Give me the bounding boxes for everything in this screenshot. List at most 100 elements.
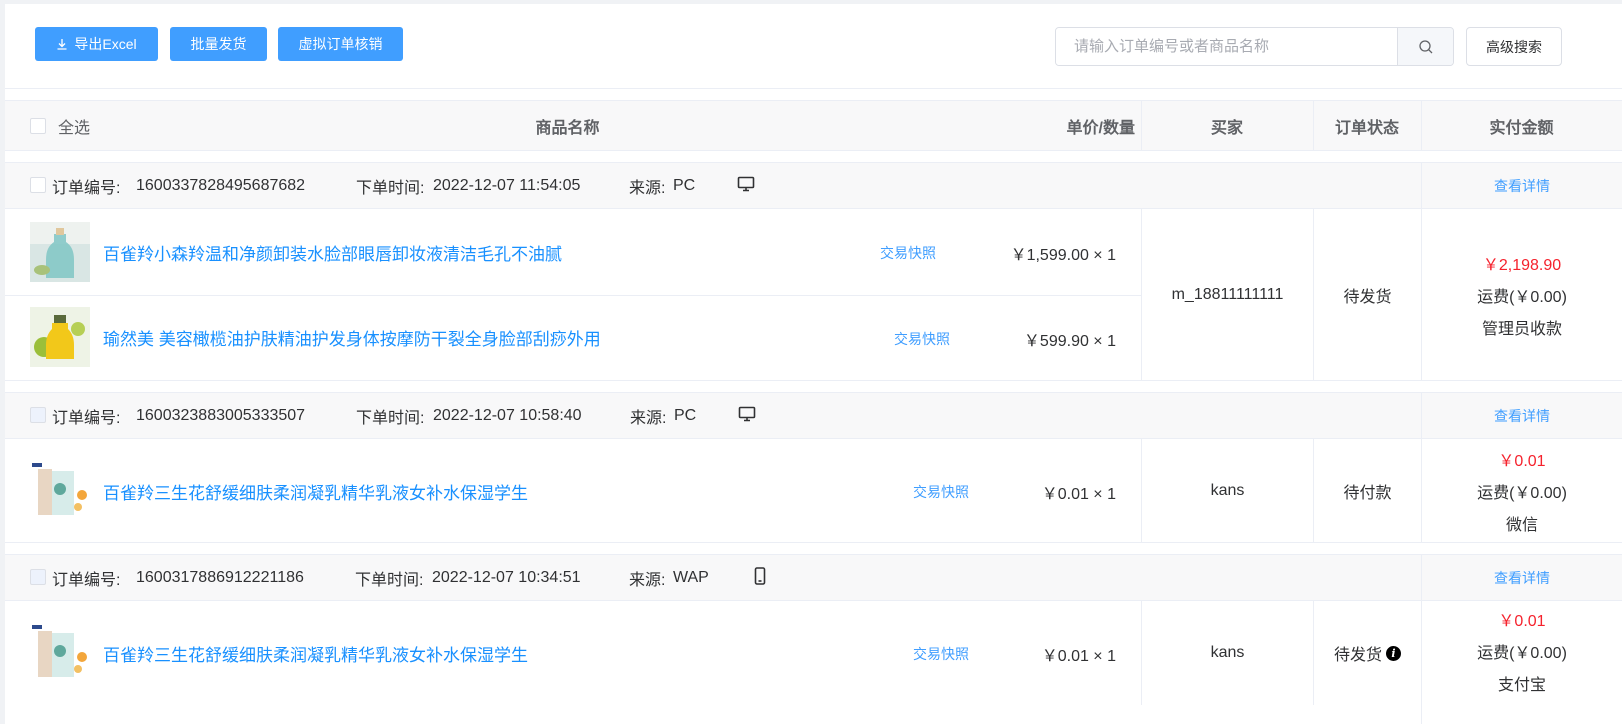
order-body: 百雀羚三生花舒缓细肤柔润凝乳精华乳液女补水保湿学生 交易快照 ￥0.01 × 1… (5, 601, 1622, 724)
buyer-name: kans (1210, 644, 1245, 661)
unit-price-qty: ￥599.90 × 1 (1023, 333, 1116, 350)
shipping-fee: 运费(￥0.00) (1477, 484, 1567, 502)
paid-amount: ￥0.01 (1498, 452, 1546, 470)
buyer-name: m_18811111111 (1171, 285, 1284, 303)
order-number-label: 订单编号: (52, 409, 121, 427)
order-list-page: 导出Excel 批量发货 虚拟订单核销 高级搜索 全选 商品名称 单价/数量 买… (5, 4, 1622, 724)
order-number: 1600337828495687682 (136, 176, 306, 194)
payment-method: 管理员收款 (1481, 320, 1562, 338)
product-name-link[interactable]: 百雀羚三生花舒缓细肤柔润凝乳精华乳液女补水保湿学生 (103, 479, 528, 504)
order-status: 待发货 (1343, 288, 1392, 306)
order-status: 待发货 (1333, 647, 1382, 664)
order-header: 订单编号: 1600317886912221186 下单时间: 2022-12-… (5, 554, 1622, 601)
order-source-label: 来源: (630, 409, 667, 427)
mobile-icon (754, 567, 766, 585)
order-body: 百雀羚三生花舒缓细肤柔润凝乳精华乳液女补水保湿学生 交易快照 ￥0.01 × 1… (5, 439, 1622, 543)
order-time: 2022-12-07 10:58:40 (433, 406, 582, 424)
paid-amount: ￥2,198.90 (1482, 256, 1562, 274)
view-details-link[interactable]: 查看详情 (1421, 555, 1622, 600)
search-input[interactable] (1056, 28, 1397, 65)
shipping-fee: 运费(￥0.00) (1477, 288, 1567, 306)
unit-price-qty: ￥1,599.00 × 1 (1010, 247, 1116, 264)
buyer-cell: kans (1141, 601, 1313, 705)
search-icon (1418, 39, 1432, 53)
product-name-link[interactable]: 百雀羚小森羚温和净颜卸装水脸部眼唇卸妆液清洁毛孔不油腻 (103, 240, 562, 265)
order-group: 订单编号: 1600323883005333507 下单时间: 2022-12-… (5, 392, 1622, 544)
unit-price-qty: ￥0.01 × 1 (1041, 486, 1116, 503)
download-icon (57, 39, 67, 50)
info-icon[interactable]: i (1386, 645, 1401, 661)
desktop-icon (738, 406, 756, 422)
order-time-label: 下单时间: (356, 409, 425, 427)
order-header: 订单编号: 1600323883005333507 下单时间: 2022-12-… (5, 392, 1622, 439)
virtual-order-verify-button[interactable]: 虚拟订单核销 (278, 27, 403, 61)
header-paid-amount: 实付金额 (1489, 119, 1554, 137)
order-group: 订单编号: 1600317886912221186 下单时间: 2022-12-… (5, 554, 1622, 724)
view-details-link[interactable]: 查看详情 (1421, 393, 1622, 438)
order-item: 百雀羚三生花舒缓细肤柔润凝乳精华乳液女补水保湿学生 交易快照 ￥0.01 × 1 (5, 601, 1141, 705)
order-number: 1600317886912221186 (136, 568, 304, 586)
buyer-cell: kans (1141, 439, 1313, 542)
product-thumbnail[interactable] (30, 459, 90, 519)
header-buyer: 买家 (1210, 119, 1243, 137)
order-checkbox[interactable] (30, 177, 46, 193)
order-source: PC (673, 176, 696, 194)
buyer-name: kans (1210, 481, 1245, 499)
order-header: 订单编号: 1600337828495687682 下单时间: 2022-12-… (5, 162, 1622, 209)
amount-cell: ￥0.01 运费(￥0.00) 支付宝 (1421, 601, 1622, 724)
advanced-search-button[interactable]: 高级搜索 (1466, 27, 1562, 66)
order-checkbox[interactable] (30, 569, 46, 585)
order-time-label: 下单时间: (355, 571, 424, 589)
payment-method: 支付宝 (1497, 677, 1546, 694)
view-details-link[interactable]: 查看详情 (1421, 163, 1622, 208)
table-header: 全选 商品名称 单价/数量 买家 订单状态 实付金额 (5, 100, 1622, 151)
product-thumbnail[interactable] (30, 621, 90, 681)
order-source-label: 来源: (629, 571, 666, 589)
amount-cell: ￥2,198.90 运费(￥0.00) 管理员收款 (1421, 209, 1622, 380)
trade-snapshot-link[interactable]: 交易快照 (913, 644, 969, 664)
header-order-status: 订单状态 (1334, 119, 1399, 137)
paid-amount: ￥0.01 (1498, 613, 1546, 630)
order-item: 百雀羚三生花舒缓细肤柔润凝乳精华乳液女补水保湿学生 交易快照 ￥0.01 × 1 (5, 439, 1141, 543)
order-item: 瑜然美 美容橄榄油护肤精油护发身体按摩防干裂全身脸部刮痧外用 交易快照 ￥599… (5, 295, 1141, 381)
divider (5, 88, 1622, 89)
order-number-label: 订单编号: (52, 571, 121, 589)
desktop-icon (737, 176, 755, 192)
toolbar: 导出Excel 批量发货 虚拟订单核销 高级搜索 (5, 4, 1622, 90)
trade-snapshot-link[interactable]: 交易快照 (894, 329, 950, 349)
product-name-link[interactable]: 百雀羚三生花舒缓细肤柔润凝乳精华乳液女补水保湿学生 (103, 641, 528, 666)
order-checkbox[interactable] (30, 407, 46, 423)
payment-method: 微信 (1505, 516, 1538, 534)
status-cell: 待付款 (1313, 439, 1421, 542)
shipping-fee: 运费(￥0.00) (1477, 645, 1567, 662)
unit-price-qty: ￥0.01 × 1 (1041, 648, 1116, 665)
status-cell: 待发货 (1313, 209, 1421, 380)
order-group: 订单编号: 1600337828495687682 下单时间: 2022-12-… (5, 162, 1622, 384)
order-source: WAP (673, 568, 709, 586)
amount-cell: ￥0.01 运费(￥0.00) 微信 (1421, 439, 1622, 542)
order-source-label: 来源: (629, 179, 666, 197)
order-number-label: 订单编号: (52, 179, 121, 197)
buyer-cell: m_18811111111 (1141, 209, 1313, 380)
order-body: 百雀羚小森羚温和净颜卸装水脸部眼唇卸妆液清洁毛孔不油腻 交易快照 ￥1,599.… (5, 209, 1622, 381)
product-thumbnail[interactable] (30, 307, 90, 367)
order-time-label: 下单时间: (356, 179, 425, 197)
batch-ship-button[interactable]: 批量发货 (170, 27, 267, 61)
trade-snapshot-link[interactable]: 交易快照 (913, 482, 969, 502)
product-name-link[interactable]: 瑜然美 美容橄榄油护肤精油护发身体按摩防干裂全身脸部刮痧外用 (103, 325, 601, 350)
status-cell: 待发货 i (1313, 601, 1421, 705)
export-excel-label: 导出Excel (74, 36, 137, 52)
trade-snapshot-link[interactable]: 交易快照 (880, 243, 936, 263)
search-box (1055, 27, 1454, 66)
search-button[interactable] (1397, 28, 1453, 65)
select-all-label: 全选 (58, 119, 91, 137)
header-price-qty: 单价/数量 (1066, 119, 1135, 137)
select-all-checkbox[interactable] (30, 117, 46, 134)
header-product-name: 商品名称 (535, 119, 600, 137)
order-time: 2022-12-07 11:54:05 (433, 176, 581, 194)
product-thumbnail[interactable] (30, 222, 90, 282)
order-status: 待付款 (1343, 484, 1392, 502)
export-excel-button[interactable]: 导出Excel (35, 27, 158, 61)
order-time: 2022-12-07 10:34:51 (432, 568, 581, 586)
order-number: 1600323883005333507 (136, 406, 306, 424)
